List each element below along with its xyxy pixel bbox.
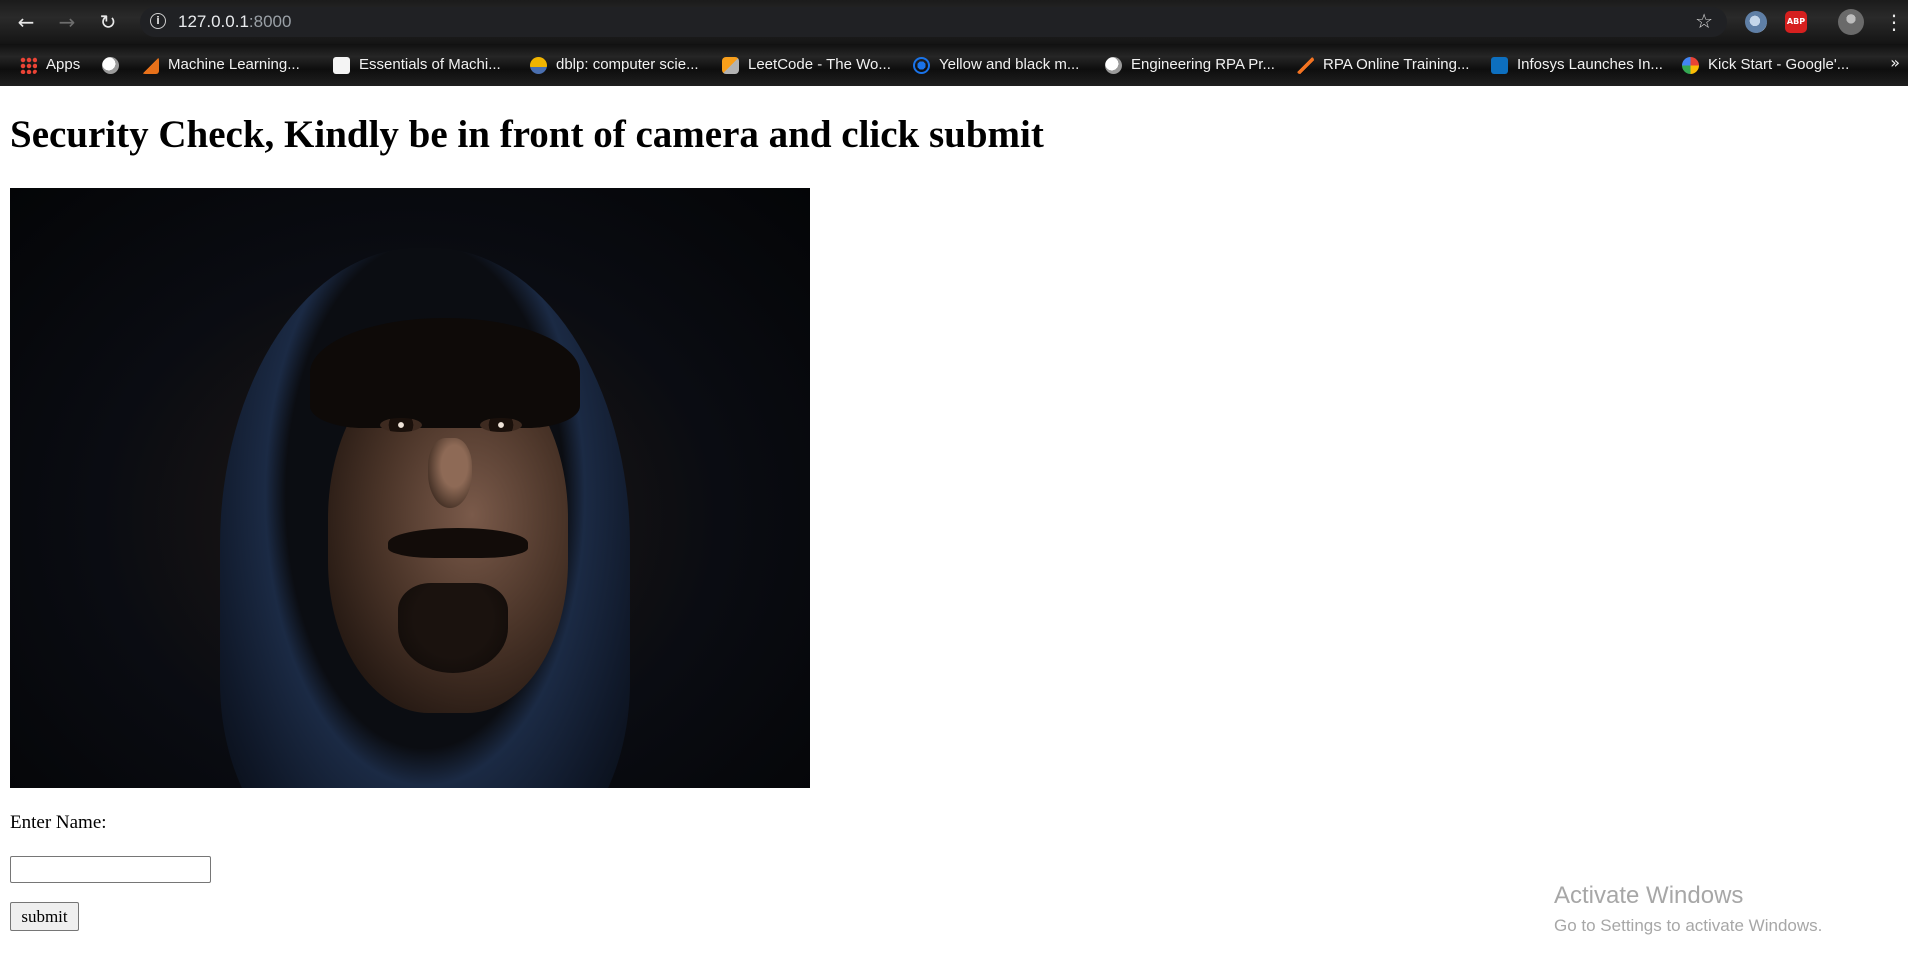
back-button[interactable]: ← <box>12 8 40 36</box>
ml-icon <box>142 56 159 74</box>
bookmark-machine-learning[interactable]: Machine Learning... <box>142 53 300 77</box>
bookmark-globe[interactable] <box>102 53 128 77</box>
bookmark-label: LeetCode - The Wo... <box>748 56 891 73</box>
submit-button[interactable]: submit <box>10 902 79 931</box>
activation-title: Activate Windows <box>1554 882 1744 909</box>
reload-button[interactable]: ↻ <box>94 8 122 36</box>
bookmark-engineering-rpa[interactable]: Engineering RPA Pr... <box>1105 53 1275 77</box>
bookmark-label: Essentials of Machi... <box>359 56 501 73</box>
ship-wheel-icon <box>913 56 930 74</box>
webcam-mustache-shape <box>388 528 528 558</box>
browser-toolbar: ← → ↻ i 127.0.0.1:8000 ☆ ABP ⋮ <box>0 0 1908 44</box>
bookmark-yellow-black[interactable]: Yellow and black m... <box>913 53 1079 77</box>
bookmark-label: Engineering RPA Pr... <box>1131 56 1275 73</box>
bookmark-label: Yellow and black m... <box>939 56 1080 73</box>
adblock-plus-icon[interactable]: ABP <box>1785 11 1807 33</box>
webcam-hair-shape <box>310 318 580 428</box>
name-input[interactable] <box>10 856 211 883</box>
arrow-right-icon: → <box>58 10 76 34</box>
globe-icon <box>102 56 119 74</box>
rpa-icon <box>1297 56 1314 74</box>
webcam-nose-shape <box>428 438 472 508</box>
infosys-icon <box>1491 56 1508 74</box>
activation-subtitle: Go to Settings to activate Windows. <box>1554 916 1823 935</box>
windows-activation-watermark: Activate Windows Go to Settings to activ… <box>1554 882 1822 936</box>
star-icon[interactable]: ☆ <box>1695 9 1713 33</box>
webcam-video <box>10 188 810 788</box>
leetcode-icon <box>722 56 739 74</box>
bookmark-label: Apps <box>46 56 81 73</box>
bookmarks-overflow-button[interactable]: » <box>1890 53 1900 72</box>
page-title: Security Check, Kindly be in front of ca… <box>10 113 1044 156</box>
info-icon[interactable]: i <box>150 13 166 29</box>
profile-avatar-icon[interactable] <box>1838 9 1864 35</box>
webcam-beard-shape <box>398 583 508 673</box>
bookmark-rpa-online[interactable]: RPA Online Training... <box>1297 53 1469 77</box>
menu-dots-icon[interactable]: ⋮ <box>1884 8 1904 36</box>
bookmark-label: RPA Online Training... <box>1323 56 1470 73</box>
bookmark-leetcode[interactable]: LeetCode - The Wo... <box>722 53 891 77</box>
bookmarks-bar: Apps Machine Learning... Essentials of M… <box>0 44 1908 86</box>
url-port: :8000 <box>248 12 292 31</box>
webcam-eye-right <box>480 418 522 432</box>
bookmark-dblp[interactable]: dblp: computer scie... <box>530 53 699 77</box>
bookmark-essentials[interactable]: Essentials of Machi... <box>333 53 501 77</box>
bookmark-kick-start[interactable]: Kick Start - Google'... <box>1682 53 1849 77</box>
bookmark-label: Machine Learning... <box>168 56 300 73</box>
document-icon <box>333 56 350 74</box>
bookmark-label: dblp: computer scie... <box>556 56 699 73</box>
bookmark-label: Kick Start - Google'... <box>1708 56 1850 73</box>
bookmark-apps[interactable]: Apps <box>20 53 80 77</box>
google-icon <box>1682 56 1699 74</box>
arrow-left-icon: ← <box>17 10 35 34</box>
webcam-eye-left <box>380 418 422 432</box>
url-host: 127.0.0.1 <box>178 12 249 31</box>
apps-grid-icon <box>20 56 37 74</box>
bookmark-label: Infosys Launches In... <box>1517 56 1663 73</box>
name-label: Enter Name: <box>10 812 107 833</box>
forward-button[interactable]: → <box>53 8 81 36</box>
globe-extension-icon[interactable] <box>1745 11 1767 33</box>
address-url[interactable]: 127.0.0.1:8000 <box>178 12 291 32</box>
bookmark-infosys[interactable]: Infosys Launches In... <box>1491 53 1663 77</box>
address-bar[interactable]: i 127.0.0.1:8000 ☆ <box>140 7 1727 37</box>
dblp-icon <box>530 56 547 74</box>
reload-icon: ↻ <box>99 10 117 34</box>
globe-icon <box>1105 56 1122 74</box>
